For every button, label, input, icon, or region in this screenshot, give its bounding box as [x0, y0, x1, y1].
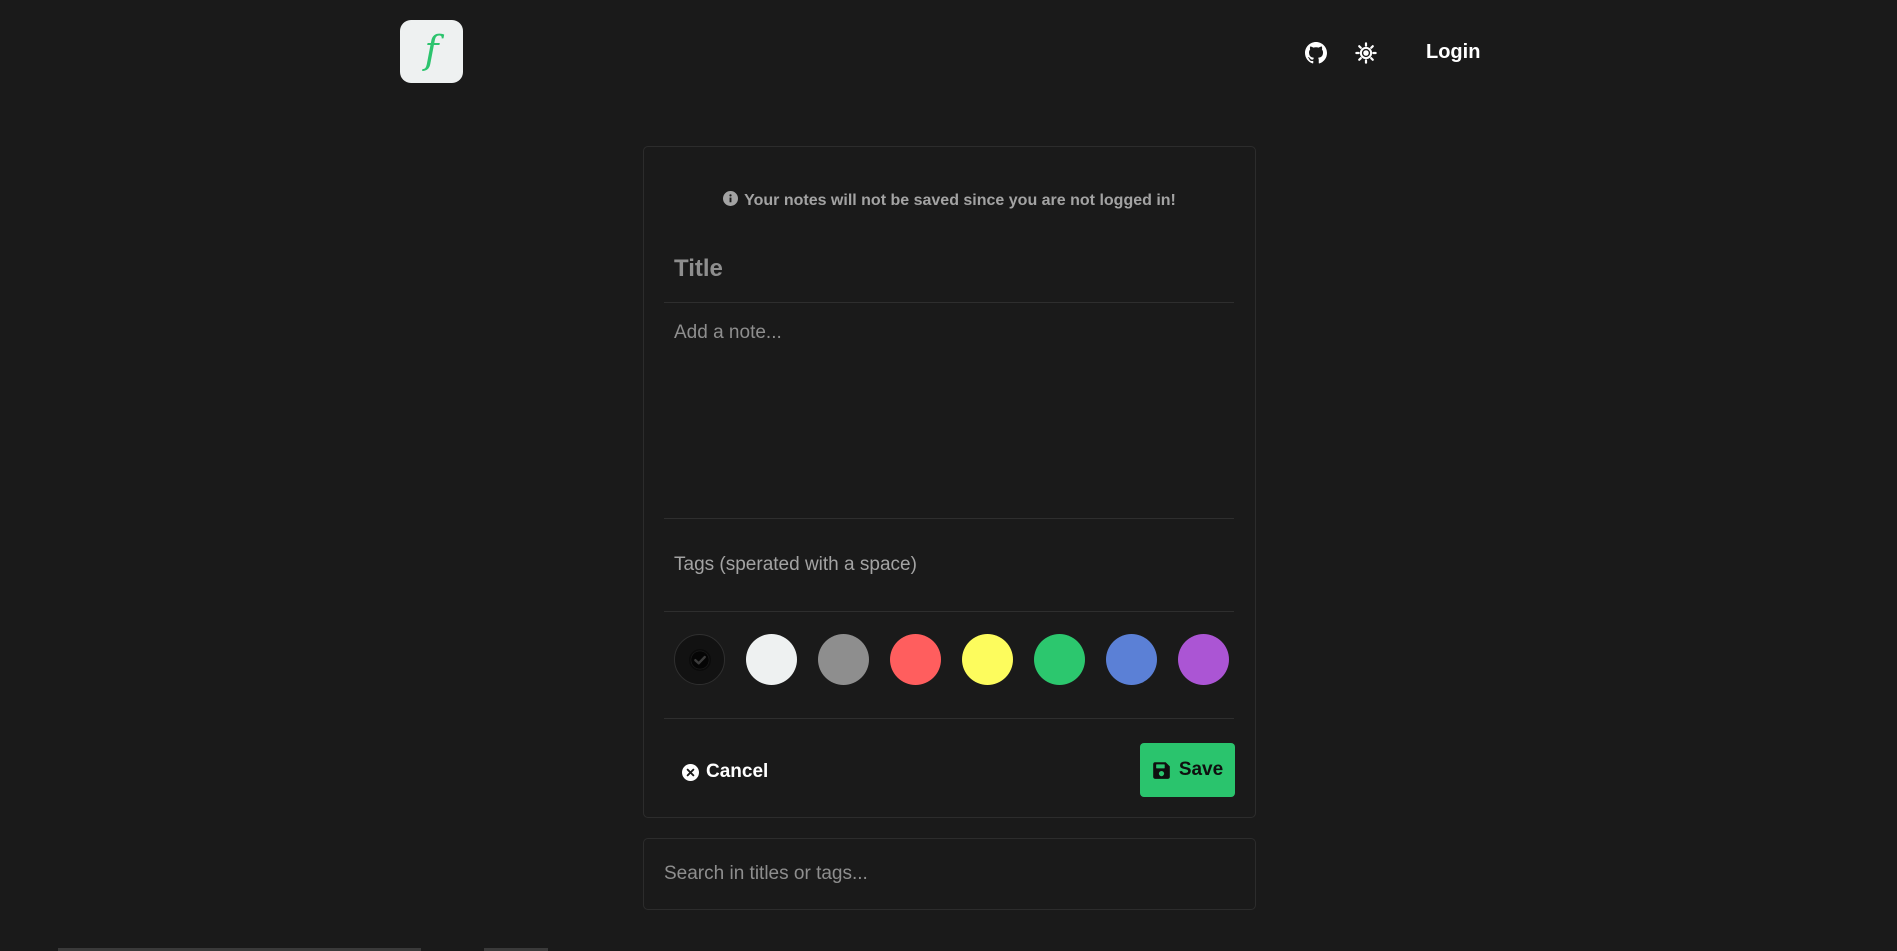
color-swatch-green[interactable]: [1034, 634, 1085, 685]
floppy-disk-icon: [1153, 761, 1170, 779]
save-button[interactable]: Save: [1140, 743, 1235, 797]
app-logo[interactable]: f: [400, 20, 463, 83]
color-swatch-blue[interactable]: [1106, 634, 1157, 685]
cancel-label: Cancel: [706, 761, 769, 782]
color-picker: [664, 612, 1234, 719]
color-swatch-red[interactable]: [890, 634, 941, 685]
check-circle-icon: [688, 648, 711, 671]
cancel-button[interactable]: Cancel: [682, 761, 768, 783]
notice-text: Your notes will not be saved since you a…: [744, 192, 1176, 209]
color-swatch-default[interactable]: [674, 634, 725, 685]
search-input[interactable]: [643, 838, 1256, 910]
info-icon: [723, 191, 739, 206]
not-logged-in-notice: Your notes will not be saved since you a…: [644, 191, 1255, 210]
note-form: Your notes will not be saved since you a…: [643, 146, 1256, 818]
color-swatch-gray[interactable]: [818, 634, 869, 685]
color-swatch-yellow[interactable]: [962, 634, 1013, 685]
sun-icon[interactable]: [1354, 41, 1378, 65]
github-icon[interactable]: [1304, 41, 1328, 65]
save-label: Save: [1178, 759, 1224, 780]
tags-input[interactable]: [664, 519, 1234, 612]
app-header: f Login: [0, 0, 1897, 105]
color-swatch-white[interactable]: [746, 634, 797, 685]
close-circle-icon: [682, 763, 699, 781]
login-link[interactable]: Login: [1426, 41, 1480, 64]
logo-letter: f: [424, 27, 439, 72]
note-textarea[interactable]: [664, 312, 1234, 519]
title-input[interactable]: [664, 243, 1234, 303]
color-swatch-purple[interactable]: [1178, 634, 1229, 685]
